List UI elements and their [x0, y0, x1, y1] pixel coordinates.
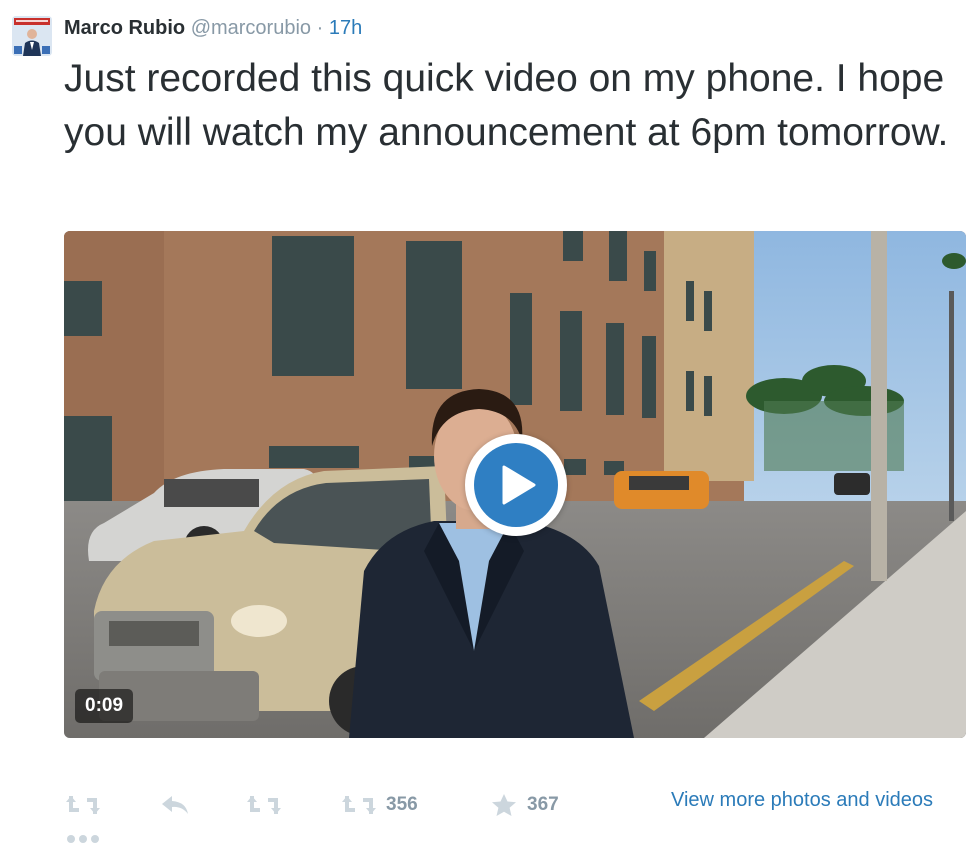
avatar[interactable]: [12, 16, 52, 56]
tweet-timestamp[interactable]: 17h: [329, 17, 362, 39]
separator-dot: ·: [316, 17, 324, 39]
retweet-button[interactable]: [66, 791, 100, 819]
tweet-text: Just recorded this quick video on my pho…: [64, 57, 949, 154]
reply-button[interactable]: [160, 791, 190, 819]
retweet-count: 356: [386, 794, 418, 815]
star-icon: [492, 794, 516, 816]
play-icon: [502, 465, 536, 505]
video-player[interactable]: 0:09: [64, 231, 966, 738]
retweet-icon: [247, 796, 281, 814]
reply-icon: [162, 796, 188, 814]
author-handle[interactable]: @marcorubio: [191, 17, 311, 39]
view-more-media-link[interactable]: View more photos and videos: [671, 789, 933, 812]
play-button-circle: [474, 443, 558, 527]
play-button[interactable]: [465, 434, 567, 536]
more-icon: [67, 835, 99, 843]
favorite-count: 367: [527, 794, 559, 815]
retweet-count-button[interactable]: 356: [342, 791, 418, 819]
retweet-button-secondary[interactable]: [247, 791, 281, 819]
favorite-button[interactable]: 367: [491, 791, 559, 819]
video-duration: 0:09: [75, 689, 134, 723]
retweet-icon: [342, 796, 376, 814]
retweet-icon: [66, 796, 100, 814]
more-options-button[interactable]: [66, 832, 100, 850]
author-name[interactable]: Marco Rubio: [64, 17, 185, 39]
tweet-header: Marco Rubio @marcorubio · 17h: [64, 15, 362, 41]
